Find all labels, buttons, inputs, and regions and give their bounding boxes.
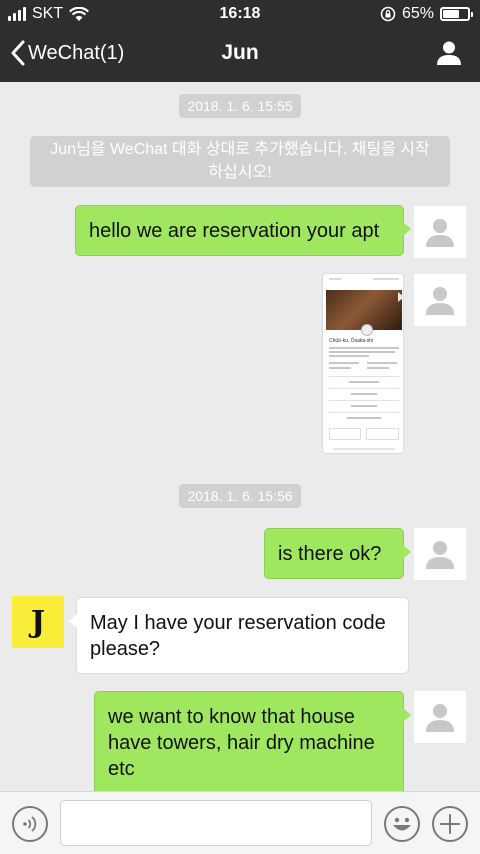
more-button[interactable] xyxy=(432,806,468,842)
default-avatar-icon xyxy=(426,541,454,569)
message-input[interactable] xyxy=(60,800,372,846)
outgoing-message[interactable]: is there ok? xyxy=(264,528,411,579)
timestamp: 2018. 1. 6. 15:55 xyxy=(0,94,480,118)
default-avatar-icon xyxy=(426,287,454,315)
timestamp-label: 2018. 1. 6. 15:56 xyxy=(179,484,301,508)
chat-title: Jun xyxy=(221,41,259,64)
status-right: 65% xyxy=(380,5,473,23)
voice-button[interactable] xyxy=(12,806,48,842)
default-avatar-icon xyxy=(426,219,454,247)
image-location-text: Chūō-ku, Ōsaka-shi xyxy=(329,338,374,344)
timestamp-label: 2018. 1. 6. 15:55 xyxy=(179,94,301,118)
orientation-lock-icon xyxy=(380,6,396,22)
emoji-icon xyxy=(393,817,411,831)
emoji-button[interactable] xyxy=(384,806,420,842)
my-avatar[interactable] xyxy=(414,274,466,326)
image-message[interactable]: Chūō-ku, Ōsaka-shi xyxy=(322,273,404,454)
outgoing-message[interactable]: hello we are reservation your apt xyxy=(75,205,411,256)
default-avatar-icon xyxy=(426,704,454,732)
input-bar xyxy=(0,791,480,854)
battery-icon xyxy=(440,7,473,21)
system-message: Jun님을 WeChat 대화 상대로 추가했습니다. 채팅을 시작하십시오! xyxy=(30,136,450,187)
my-avatar[interactable] xyxy=(414,528,466,580)
profile-icon xyxy=(437,41,461,65)
contact-avatar[interactable]: J xyxy=(12,596,64,648)
plus-icon xyxy=(440,814,460,834)
profile-button[interactable] xyxy=(436,40,462,71)
chat-history[interactable]: 2018. 1. 6. 15:55 Jun님을 WeChat 대화 상대로 추가… xyxy=(0,82,480,791)
nav-bar: WeChat(1) Jun xyxy=(0,28,480,82)
voice-icon xyxy=(23,816,37,832)
timestamp: 2018. 1. 6. 15:56 xyxy=(0,484,480,508)
incoming-message[interactable]: May I have your reservation code please? xyxy=(69,597,409,674)
my-avatar[interactable] xyxy=(414,691,466,743)
outgoing-message[interactable]: we want to know that house have towers, … xyxy=(94,691,411,791)
status-bar: SKT 16:18 65% xyxy=(0,0,480,28)
battery-percent: 65% xyxy=(401,5,434,22)
my-avatar[interactable] xyxy=(414,206,466,258)
